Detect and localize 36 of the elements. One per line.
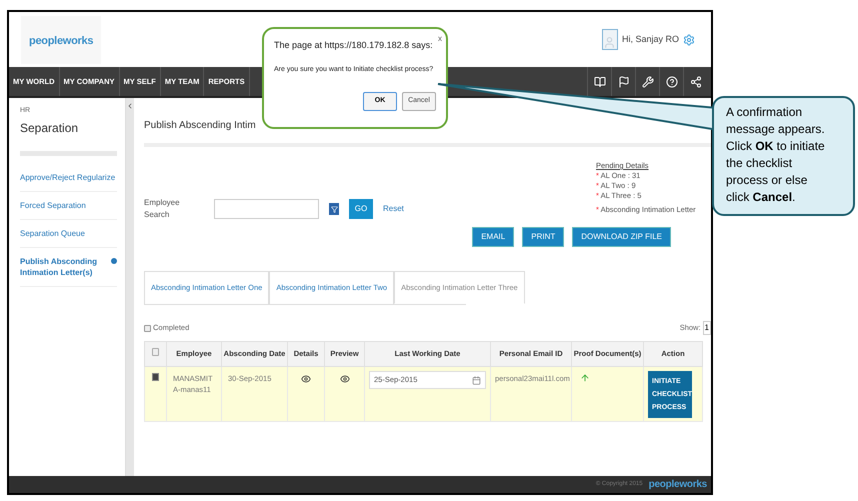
row-checkbox[interactable] (152, 373, 159, 381)
filter-icon[interactable] (329, 203, 339, 215)
reset-link[interactable]: Reset (383, 203, 404, 215)
upload-arrow-icon[interactable] (580, 373, 590, 383)
dialog-title: The page at https://180.179.182.8 says: (274, 39, 433, 52)
go-button[interactable]: GO (349, 199, 373, 219)
search-label: Employee Search (144, 197, 181, 221)
view-details-icon[interactable] (301, 374, 311, 384)
share-icon[interactable] (690, 76, 702, 88)
preview-icon[interactable] (340, 374, 350, 384)
sidebar-item[interactable]: Forced Separation (20, 200, 86, 210)
search-field[interactable] (214, 199, 319, 219)
user-greeting: Hi, Sanjay RO (622, 32, 679, 46)
settings-icon[interactable] (683, 34, 695, 46)
close-button[interactable]: x (438, 33, 442, 45)
sidebar-title: Separation (20, 120, 80, 136)
avatar-icon (602, 29, 618, 50)
completed-checkbox[interactable] (144, 324, 151, 332)
sidebar-item[interactable]: Publish Absconding Intimation Letter(s) (20, 256, 111, 278)
page-title: Publish Abscending Intim (144, 119, 257, 133)
book-icon[interactable] (594, 76, 606, 88)
calendar-icon[interactable] (472, 376, 481, 384)
flag-icon[interactable] (618, 76, 630, 88)
sidebar-item[interactable]: Separation Queue (20, 228, 85, 238)
action-button[interactable]: PRINT (522, 227, 564, 247)
callout-text: A confirmation message appears. Click OK to initiate the checklist process or else click Cancel. (726, 104, 826, 206)
page-size-select[interactable]: 1 (702, 321, 711, 335)
action-button[interactable]: DOWNLOAD ZIP FILE (572, 227, 671, 247)
logo: peopleworks (648, 478, 707, 492)
logo: peopleworks (29, 34, 94, 46)
select-all-checkbox[interactable] (152, 348, 159, 356)
collapse-icon[interactable] (126, 102, 134, 110)
help-icon[interactable] (666, 76, 678, 88)
sidebar-item[interactable]: Approve/Reject Regularize (20, 172, 116, 182)
action-button[interactable]: EMAIL (472, 227, 514, 247)
wrench-icon[interactable] (642, 76, 654, 88)
